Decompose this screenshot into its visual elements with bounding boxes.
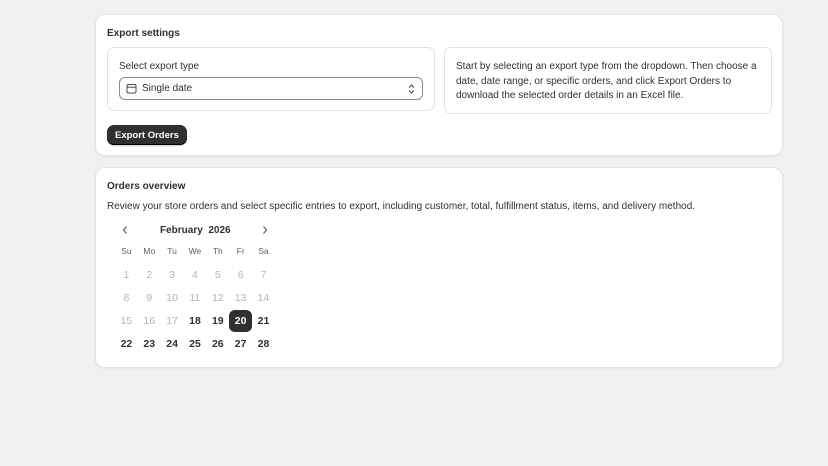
calendar-day: 4 — [192, 268, 198, 281]
calendar-day: 15 — [120, 314, 133, 327]
chevron-left-icon[interactable] — [118, 223, 132, 237]
orders-overview-card: Orders overview Review your store orders… — [95, 167, 783, 368]
calendar-day: 14 — [257, 291, 270, 304]
calendar-week-row: 15 16 17 18 19 20 21 — [115, 309, 277, 332]
calendar-header: February 2026 — [107, 220, 277, 240]
calendar-week-row: 1 2 3 4 5 6 7 — [115, 263, 277, 286]
chevron-right-icon[interactable] — [258, 223, 272, 237]
calendar-day[interactable]: 23 — [138, 333, 161, 355]
calendar-day[interactable]: 27 — [229, 333, 252, 355]
calendar-day: 8 — [123, 291, 130, 304]
calendar-days: 1 2 3 4 5 6 7 8 9 10 11 12 13 14 15 16 17 18 19 20 21 22 23 24 2… — [107, 263, 277, 355]
export-type-value: Single date — [142, 83, 193, 94]
export-orders-button[interactable]: Export Orders — [107, 125, 187, 145]
calendar-day-selected[interactable]: 20 — [229, 309, 253, 332]
calendar-weekdays: Su Mo Tu We Th Fr Sa — [115, 246, 277, 260]
calendar-day[interactable]: 18 — [184, 310, 207, 332]
select-chevron-icon — [407, 83, 416, 95]
calendar-day: 2 — [146, 268, 153, 281]
weekday-label: Fr — [236, 246, 245, 256]
help-text: Start by selecting an export type from t… — [456, 61, 757, 101]
weekday-label: Mo — [143, 246, 156, 256]
weekday-label: Su — [121, 246, 132, 256]
weekday-label: We — [188, 246, 202, 256]
help-box: Start by selecting an export type from t… — [444, 47, 772, 114]
calendar-day: 10 — [166, 291, 178, 304]
calendar-day[interactable]: 19 — [206, 310, 229, 332]
calendar-day[interactable]: 25 — [184, 333, 207, 355]
calendar-day: 6 — [237, 268, 244, 281]
calendar-day[interactable]: 26 — [206, 333, 229, 355]
calendar-day[interactable]: 21 — [252, 310, 275, 332]
calendar-day[interactable]: 24 — [161, 333, 184, 355]
calendar-week-row: 8 9 10 11 12 13 14 — [115, 286, 277, 309]
calendar-day: 11 — [189, 291, 201, 304]
calendar-day[interactable]: 22 — [115, 333, 138, 355]
calendar-day: 13 — [234, 291, 247, 304]
calendar-day: 7 — [260, 268, 267, 281]
export-type-select[interactable]: Single date — [119, 77, 423, 100]
export-settings-title: Export settings — [107, 28, 180, 39]
weekday-label: Sa — [258, 246, 269, 256]
calendar-icon — [126, 83, 137, 94]
calendar-day[interactable]: 28 — [252, 333, 275, 355]
calendar-week-row: 22 23 24 25 26 27 28 — [115, 332, 277, 355]
weekday-label: Tu — [167, 246, 177, 256]
calendar-day: 12 — [211, 291, 224, 304]
calendar-day: 16 — [143, 314, 156, 327]
export-type-box: Select export type Single date — [107, 47, 435, 111]
export-settings-card: Export settings Select export type Singl… — [95, 14, 783, 156]
export-type-label: Select export type — [119, 61, 200, 72]
calendar-day: 5 — [214, 268, 221, 281]
weekday-label: Th — [212, 246, 223, 256]
calendar-day: 1 — [123, 268, 130, 281]
calendar-day: 3 — [169, 268, 176, 281]
date-picker-calendar: February 2026 Su Mo Tu We Th Fr Sa 1 2 3 4 5 6 7 8 9 10… — [107, 220, 277, 355]
orders-overview-title: Orders overview — [107, 181, 186, 192]
calendar-month-label: February 2026 — [160, 225, 231, 236]
calendar-day: 9 — [146, 291, 153, 304]
orders-overview-description: Review your store orders and select spec… — [107, 201, 696, 212]
calendar-day: 17 — [166, 314, 178, 327]
